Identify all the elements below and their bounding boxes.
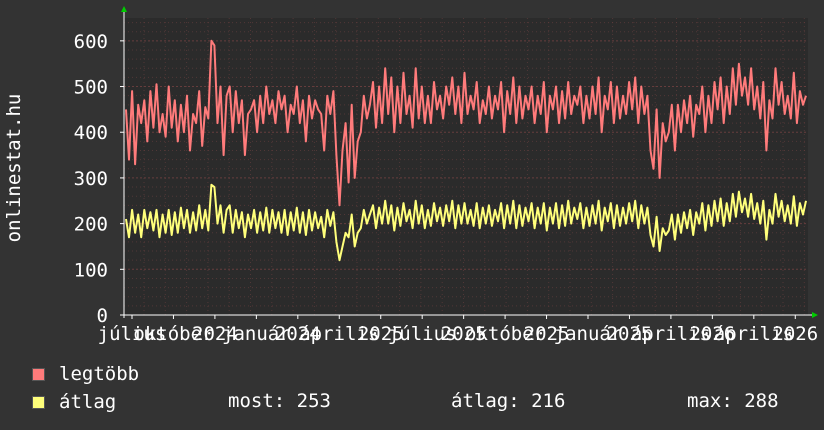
x-tick-label: 2026: [772, 323, 818, 345]
chart-root: 0 100 200 300 400 500 600 július október 2024 jan…: [0, 0, 824, 430]
legend-label-max: legtöbb: [59, 363, 140, 385]
legend-label-avg: átlag: [59, 391, 117, 413]
y-tick-label: 100: [74, 259, 108, 281]
y-tick-labels: 0100200300400500600: [74, 31, 124, 327]
plot-area: [124, 18, 808, 315]
legend-item-avg: átlag most: 253 átlag: 216 max: 288: [32, 390, 824, 414]
legend-item-max: legtöbb: [32, 362, 139, 386]
legend-swatch-avg: [32, 395, 45, 409]
y-tick-label: 500: [74, 77, 108, 99]
y-axis-arrow: [121, 6, 127, 12]
side-label: onlinestat.hu: [3, 94, 25, 243]
stat-now: most: 253: [228, 390, 331, 412]
y-tick-label: 600: [74, 31, 108, 53]
stat-avg: átlag: 216: [451, 390, 566, 412]
stat-max: max: 288: [687, 390, 779, 412]
y-tick-label: 200: [74, 214, 108, 236]
x-tick-labels: júliusoktóber2024január2024április2025jú…: [98, 315, 818, 345]
y-tick-label: 300: [74, 168, 108, 190]
y-tick-label: 400: [74, 122, 108, 144]
legend-swatch-max: [32, 367, 45, 381]
x-axis-arrow: [812, 312, 818, 318]
